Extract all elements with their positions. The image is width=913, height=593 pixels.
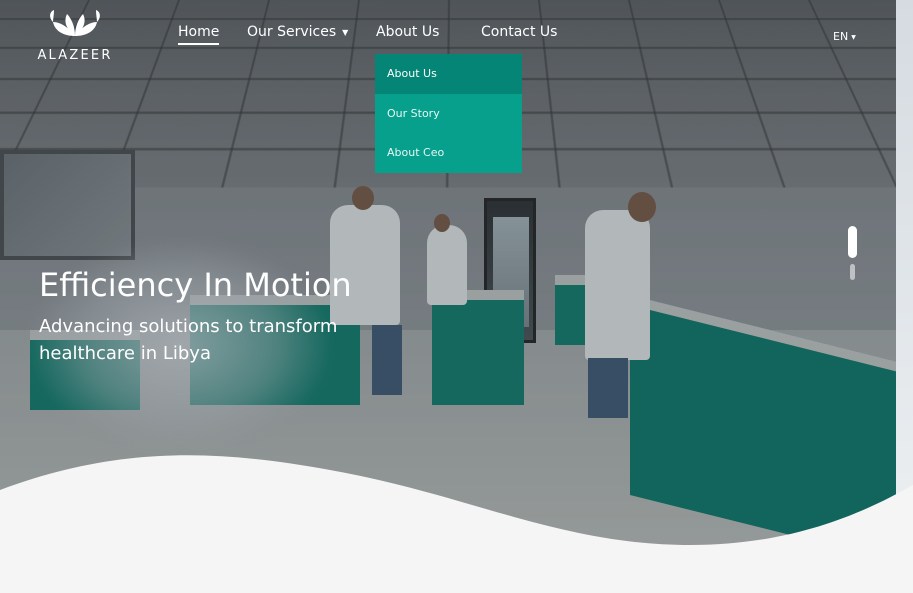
- chevron-down-icon: ▼: [851, 34, 856, 41]
- language-label: EN: [833, 30, 848, 43]
- hero-headline: Efficiency In Motion: [39, 266, 352, 304]
- logo-mark-icon: [45, 6, 105, 40]
- dropdown-item-about-us[interactable]: About Us: [375, 54, 522, 94]
- dropdown-item-our-story[interactable]: Our Story: [375, 94, 522, 134]
- dropdown-item-about-ceo[interactable]: About Ceo: [375, 133, 522, 173]
- nav-our-services-label: Our Services: [247, 24, 336, 40]
- brand-logo[interactable]: ALAZEER: [36, 6, 114, 66]
- hero-subheadline: Advancing solutions to transform healthc…: [39, 313, 379, 367]
- slider-pagination: [848, 226, 857, 280]
- nav-home[interactable]: Home: [178, 24, 219, 40]
- slider-dot[interactable]: [850, 264, 855, 280]
- chevron-down-icon: ▼: [342, 28, 348, 37]
- brand-name: ALAZEER: [37, 48, 112, 63]
- language-selector[interactable]: EN ▼: [833, 30, 856, 43]
- nav-contact-us[interactable]: Contact Us: [481, 24, 557, 40]
- hero-wave: [0, 440, 913, 593]
- slider-dot-active[interactable]: [848, 226, 857, 258]
- about-us-dropdown: About Us Our Story About Ceo: [375, 54, 522, 173]
- nav-about-us[interactable]: About Us: [376, 24, 439, 40]
- nav-our-services[interactable]: Our Services ▼: [247, 24, 348, 40]
